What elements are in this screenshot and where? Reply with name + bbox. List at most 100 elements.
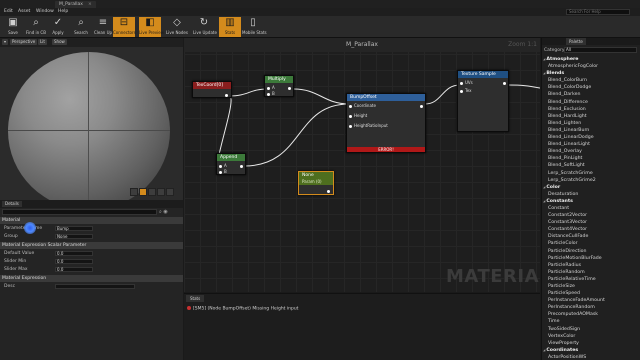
multiply-node[interactable]: Multiply A B bbox=[264, 75, 294, 97]
palette-category[interactable]: Blends bbox=[542, 70, 640, 77]
preview-viewport[interactable]: ▾ Perspective Lit Show bbox=[0, 38, 183, 200]
live-nodes-button[interactable]: ◇ Live Nodes bbox=[166, 17, 188, 37]
palette-item[interactable]: ActorPositionWS bbox=[542, 354, 640, 360]
texture-sample-pin-uvs[interactable]: UVs bbox=[460, 80, 473, 85]
palette-item[interactable]: ParticleSpeed bbox=[542, 290, 640, 297]
append-node[interactable]: Append A B bbox=[216, 153, 246, 175]
palette-item[interactable]: PerInstanceRandom bbox=[542, 304, 640, 311]
palette-item[interactable]: Blend_HardLight bbox=[542, 113, 640, 120]
live-update-button[interactable]: ↻ Live Update bbox=[193, 17, 217, 37]
slider-min-input[interactable]: 0.0 bbox=[55, 259, 93, 264]
menu-window[interactable]: Window bbox=[36, 9, 54, 14]
menu-edit[interactable]: Edit bbox=[4, 9, 13, 14]
palette-item[interactable]: ViewProperty bbox=[542, 340, 640, 347]
palette-item[interactable]: PrecomputedAOMask bbox=[542, 311, 640, 318]
palette-tab[interactable]: Palette bbox=[566, 38, 586, 45]
plane-preview-icon[interactable] bbox=[148, 188, 156, 196]
stats-tab[interactable]: Stats bbox=[186, 295, 205, 302]
append-output-pin[interactable] bbox=[240, 163, 245, 168]
stats-button[interactable]: ▥ Stats bbox=[219, 17, 241, 37]
cube-preview-icon[interactable] bbox=[157, 188, 165, 196]
palette-item[interactable]: ParticleRelativeTime bbox=[542, 276, 640, 283]
default-value-input[interactable]: 0.0 bbox=[55, 251, 93, 256]
palette-category[interactable]: Constants bbox=[542, 198, 640, 205]
palette-item[interactable]: Constant3Vector bbox=[542, 219, 640, 226]
palette-item[interactable]: Time bbox=[542, 318, 640, 325]
texcoord-node[interactable]: TexCoord[0] bbox=[192, 81, 232, 98]
slider-max-input[interactable]: 0.0 bbox=[55, 267, 93, 272]
palette-item[interactable]: ParticleMotionBlurFade bbox=[542, 255, 640, 262]
desc-input[interactable] bbox=[55, 284, 135, 289]
palette-item[interactable]: Blend_PinLight bbox=[542, 155, 640, 162]
palette-item[interactable]: Blend_Exclusion bbox=[542, 106, 640, 113]
material-graph[interactable]: M_Parallax Zoom 1:1 TexCoord[0] Multiply… bbox=[184, 38, 540, 292]
sphere-preview-icon[interactable] bbox=[139, 188, 147, 196]
perspective-button[interactable]: Perspective bbox=[10, 39, 38, 45]
texture-sample-pin-tex[interactable]: Tex bbox=[460, 88, 472, 93]
bumpoffset-pin-height[interactable]: Height bbox=[349, 113, 367, 118]
multiply-output-pin[interactable] bbox=[288, 85, 293, 90]
bumpoffset-pin-coordinate[interactable]: Coordinate bbox=[349, 103, 376, 108]
help-search-input[interactable]: Search For Help bbox=[566, 9, 630, 15]
palette-category-combo[interactable]: All bbox=[564, 47, 637, 53]
palette-category[interactable]: Color bbox=[542, 184, 640, 191]
bump-parameter-node[interactable]: None Param (0) bbox=[298, 171, 334, 195]
palette-item[interactable]: Constant2Vector bbox=[542, 212, 640, 219]
palette-category[interactable]: Atmosphere bbox=[542, 56, 640, 63]
find-in-cb-button[interactable]: ⌕ Find in CB bbox=[25, 17, 47, 37]
search-button[interactable]: ⌕ Search bbox=[70, 17, 92, 37]
palette-category[interactable]: Coordinates bbox=[542, 347, 640, 354]
save-button[interactable]: ▣ Save bbox=[2, 17, 24, 37]
palette-item[interactable]: ParticleColor bbox=[542, 240, 640, 247]
cylinder-preview-icon[interactable] bbox=[130, 188, 138, 196]
clean-up-button[interactable]: ≡ Clean Up bbox=[92, 17, 114, 37]
multiply-pin-b[interactable]: B bbox=[267, 91, 275, 96]
palette-item[interactable]: Blend_ColorBurn bbox=[542, 77, 640, 84]
live-preview-button[interactable]: ◧ Live Preview bbox=[139, 17, 164, 37]
palette-item[interactable]: Blend_ColorDodge bbox=[542, 84, 640, 91]
append-pin-b[interactable]: B bbox=[219, 169, 227, 174]
details-view-options-icon[interactable]: ⌕ ◉ bbox=[159, 209, 168, 215]
close-tab-icon[interactable]: × bbox=[88, 2, 92, 7]
connectors-button[interactable]: ⊟ Connectors bbox=[113, 17, 136, 37]
mobile-stats-button[interactable]: ▯ Mobile Stats bbox=[242, 17, 267, 37]
palette-item[interactable]: Blend_Overlay bbox=[542, 148, 640, 155]
palette-item[interactable]: VertexColor bbox=[542, 333, 640, 340]
palette-item[interactable]: Blend_LinearBurn bbox=[542, 127, 640, 134]
scalar-parameter-section-header[interactable]: Material Expression Scalar Parameter bbox=[0, 242, 183, 249]
palette-item[interactable]: Blend_LinearLight bbox=[542, 141, 640, 148]
custom-mesh-preview-icon[interactable] bbox=[166, 188, 174, 196]
palette-item[interactable]: Blend_LinearDodge bbox=[542, 134, 640, 141]
palette-item[interactable]: Blend_SoftLight bbox=[542, 162, 640, 169]
palette-item[interactable]: AtmosphericFogColor bbox=[542, 63, 640, 70]
bumpoffset-pin-heightratio[interactable]: HeightRatioInput bbox=[349, 123, 388, 128]
details-tab[interactable]: Details bbox=[2, 201, 22, 207]
bumpoffset-node[interactable]: BumpOffset Coordinate Height HeightRatio… bbox=[346, 93, 426, 153]
details-search-input[interactable] bbox=[2, 209, 157, 215]
palette-item[interactable]: TwoSidedSign bbox=[542, 326, 640, 333]
palette-item[interactable]: DistanceCullFade bbox=[542, 233, 640, 240]
group-combo[interactable]: None bbox=[55, 234, 93, 239]
palette-item[interactable]: Lerp_ScratchGrime bbox=[542, 170, 640, 177]
append-pin-a[interactable]: A bbox=[219, 163, 227, 168]
palette-item[interactable]: ParticleDirection bbox=[542, 248, 640, 255]
apply-button[interactable]: ✓ Apply bbox=[47, 17, 69, 37]
palette-item[interactable]: Blend_Darken bbox=[542, 91, 640, 98]
palette-item[interactable]: ParticleRadius bbox=[542, 262, 640, 269]
texture-sample-output-pin[interactable] bbox=[503, 80, 508, 85]
palette-item[interactable]: Blend_Difference bbox=[542, 99, 640, 106]
material-expression-section-header[interactable]: Material Expression bbox=[0, 275, 183, 282]
multiply-pin-a[interactable]: A bbox=[267, 85, 275, 90]
palette-item[interactable]: Constant bbox=[542, 205, 640, 212]
palette-item[interactable]: Lerp_ScratchGrime2 bbox=[542, 177, 640, 184]
parameter-name-input[interactable]: Bump bbox=[55, 226, 93, 231]
palette-item[interactable]: Constant4Vector bbox=[542, 226, 640, 233]
palette-item[interactable]: ParticleRandom bbox=[542, 269, 640, 276]
texcoord-output-pin[interactable] bbox=[225, 92, 230, 97]
palette-item[interactable]: Desaturation bbox=[542, 191, 640, 198]
viewport-options-icon[interactable]: ▾ bbox=[2, 39, 9, 45]
asset-tab[interactable]: M_Parallax × bbox=[55, 1, 96, 8]
palette-item[interactable]: ParticleSize bbox=[542, 283, 640, 290]
texture-sample-node[interactable]: Texture Sample UVs Tex bbox=[457, 70, 509, 132]
bumpoffset-output-pin[interactable] bbox=[420, 103, 425, 108]
